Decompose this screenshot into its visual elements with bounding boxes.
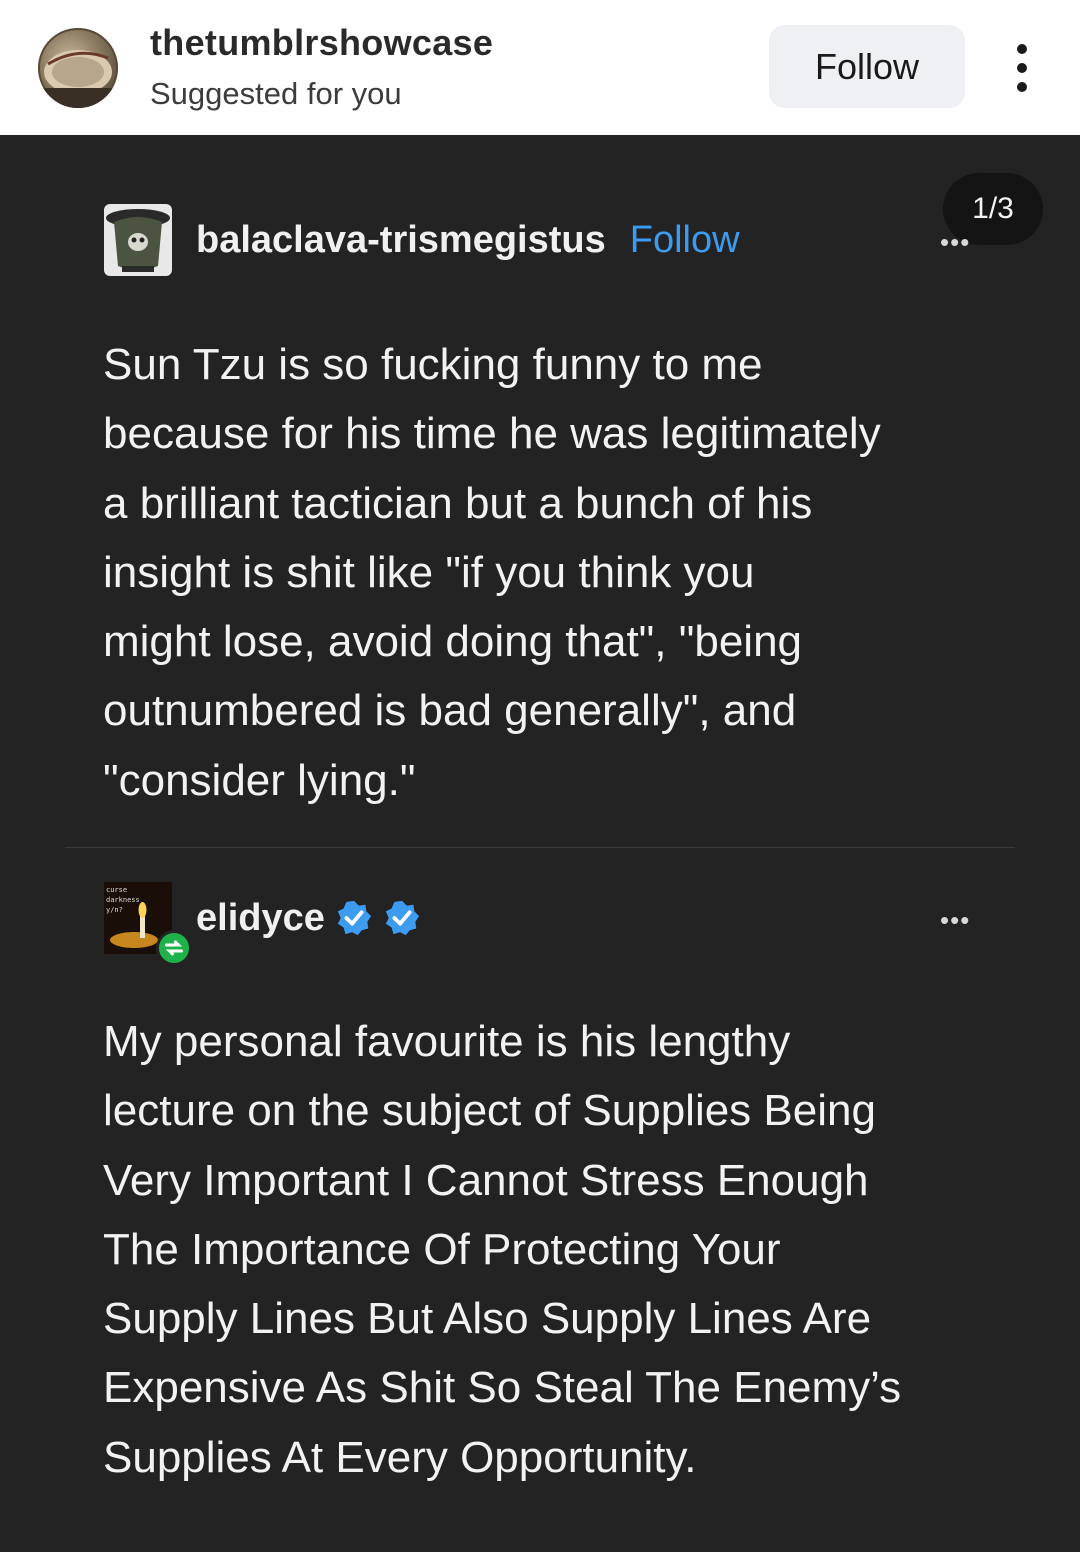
reblog-blog-name[interactable]: elidyce: [196, 897, 325, 940]
post-content: 1/3 balaclava-trismegistus Follow ••• Su…: [0, 135, 1080, 1552]
reblog-ellipsis-icon[interactable]: •••: [940, 905, 970, 936]
verified-badge-icon: [385, 900, 419, 936]
reblog-header: curse darkness y/n? elidyce: [104, 882, 421, 966]
reblog-post-text: My personal favourite is his lengthy lec…: [103, 1017, 902, 1482]
original-blog-avatar[interactable]: [104, 204, 172, 276]
post-header: thetumblrshowcase Suggested for you Foll…: [0, 0, 1080, 135]
follow-button[interactable]: Follow: [769, 25, 965, 108]
balaclava-avatar-icon: [104, 204, 172, 276]
svg-text:y/n?: y/n?: [106, 906, 123, 914]
more-options-icon[interactable]: [1008, 44, 1036, 92]
original-post-text: Sun Tzu is so fucking funny to me becaus…: [103, 340, 881, 805]
reblog-blog-avatar[interactable]: curse darkness y/n?: [104, 882, 192, 966]
suggested-label: Suggested for you: [150, 76, 402, 111]
reblog-icon: [156, 930, 192, 966]
original-post-header: balaclava-trismegistus Follow: [104, 204, 740, 276]
showcase-avatar-icon: [38, 50, 118, 108]
suggested-blog-name[interactable]: thetumblrshowcase: [150, 22, 493, 64]
reblog-divider: [65, 847, 1015, 848]
dot: [1017, 63, 1027, 73]
svg-text:darkness: darkness: [106, 896, 140, 904]
blog-avatar[interactable]: [38, 28, 118, 108]
verified-badge-icon: [337, 900, 371, 936]
dot: [1017, 82, 1027, 92]
original-follow-link[interactable]: Follow: [630, 219, 740, 262]
original-ellipsis-icon[interactable]: •••: [940, 227, 970, 258]
svg-text:curse: curse: [106, 886, 127, 894]
bottom-edge: [0, 1552, 1080, 1562]
dot: [1017, 44, 1027, 54]
original-blog-name[interactable]: balaclava-trismegistus: [196, 219, 606, 262]
